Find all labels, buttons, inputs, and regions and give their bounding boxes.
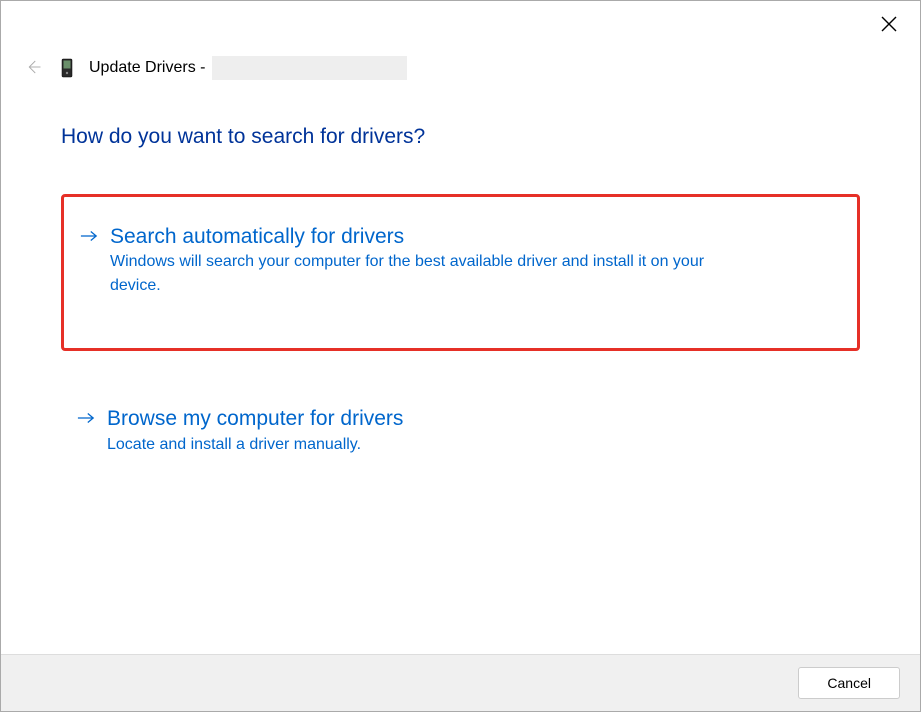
dialog-footer: Cancel bbox=[1, 654, 920, 711]
dialog-header: Update Drivers - bbox=[1, 1, 920, 80]
option-title: Browse my computer for drivers bbox=[107, 405, 834, 432]
device-name-redacted bbox=[212, 56, 407, 80]
back-arrow-icon bbox=[24, 58, 42, 79]
close-button[interactable] bbox=[875, 12, 903, 40]
update-drivers-dialog: Update Drivers - How do you want to sear… bbox=[0, 0, 921, 712]
option-description: Locate and install a driver manually. bbox=[107, 433, 737, 457]
dialog-title: Update Drivers - bbox=[89, 59, 210, 76]
dialog-title-wrapper: Update Drivers - bbox=[89, 56, 407, 80]
dialog-content: How do you want to search for drivers? S… bbox=[1, 80, 920, 654]
close-icon bbox=[881, 16, 897, 37]
cancel-button[interactable]: Cancel bbox=[798, 667, 900, 699]
back-button[interactable] bbox=[21, 56, 45, 80]
arrow-right-icon bbox=[77, 405, 97, 456]
page-heading: How do you want to search for drivers? bbox=[61, 125, 860, 149]
option-title: Search automatically for drivers bbox=[110, 223, 831, 250]
option-browse-computer[interactable]: Browse my computer for drivers Locate an… bbox=[61, 379, 860, 506]
option-search-automatically[interactable]: Search automatically for drivers Windows… bbox=[61, 194, 860, 351]
option-description: Windows will search your computer for th… bbox=[110, 250, 740, 298]
device-icon bbox=[59, 57, 75, 79]
arrow-right-icon bbox=[80, 223, 100, 298]
